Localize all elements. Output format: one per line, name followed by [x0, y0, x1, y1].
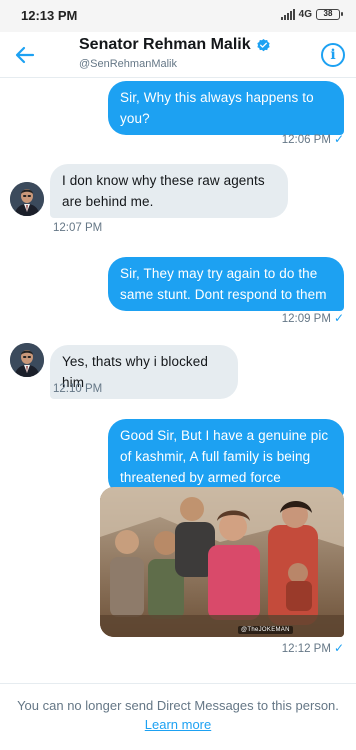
contact-title[interactable]: Senator Rehman Malik @SenRehmanMalik	[79, 36, 271, 70]
verified-badge-icon	[256, 38, 270, 51]
check-icon: ✓	[333, 641, 344, 655]
timestamp-text: 12:09 PM	[281, 313, 331, 325]
learn-more-link[interactable]: Learn more	[145, 717, 211, 732]
message-timestamp: 12:10 PM	[53, 383, 102, 395]
status-time: 12:13 PM	[21, 8, 78, 23]
battery-level: 38	[323, 9, 333, 18]
info-icon: i	[330, 47, 336, 63]
conversation-header: Senator Rehman Malik @SenRehmanMalik i	[0, 32, 356, 78]
dm-disabled-notice: You can no longer send Direct Messages t…	[17, 698, 339, 713]
profile-photo	[10, 182, 44, 216]
check-icon: ✓	[333, 132, 344, 146]
contact-handle: @SenRehmanMalik	[79, 58, 177, 70]
message-timestamp: 12:06 PM ✓	[282, 132, 344, 146]
back-button[interactable]	[10, 40, 40, 70]
dm-disabled-footer: You can no longer send Direct Messages t…	[0, 683, 356, 750]
message-bubble-outgoing[interactable]: Sir, They may try again to do the same s…	[108, 257, 344, 311]
info-button[interactable]: i	[321, 43, 345, 67]
contact-name: Senator Rehman Malik	[79, 36, 251, 53]
message-text: I don know why these raw agents are behi…	[62, 173, 265, 209]
avatar[interactable]	[10, 343, 44, 377]
photo-watermark: @TheJOKEMAN	[238, 626, 293, 634]
timestamp-text: 12:12 PM	[281, 643, 331, 655]
message-bubble-incoming[interactable]: I don know why these raw agents are behi…	[50, 164, 288, 218]
message-bubble-outgoing[interactable]: Sir, Why this always happens to you?	[108, 81, 344, 135]
signal-icon	[280, 9, 295, 20]
message-text: Sir, They may try again to do the same s…	[120, 266, 327, 302]
family-photo-image	[100, 487, 344, 637]
status-bar: 12:13 PM 4G 38	[0, 0, 356, 32]
message-text: Sir, Why this always happens to you?	[120, 90, 314, 126]
timestamp-text: 12:06 PM	[281, 134, 331, 146]
message-photo[interactable]: @TheJOKEMAN	[100, 487, 344, 637]
message-timestamp: 12:09 PM ✓	[282, 311, 344, 325]
check-icon: ✓	[333, 311, 344, 325]
message-timestamp: 12:12 PM ✓	[282, 641, 344, 655]
timestamp-text: 12:07 PM	[53, 222, 103, 234]
message-text: Good Sir, But I have a genuine pic of ka…	[120, 428, 329, 485]
timestamp-text: 12:10 PM	[53, 383, 103, 395]
status-icons: 4G 38	[280, 9, 343, 20]
message-timestamp: 12:07 PM	[53, 222, 102, 234]
network-label: 4G	[298, 9, 312, 20]
profile-photo	[10, 343, 44, 377]
battery-icon: 38	[316, 9, 343, 20]
arrow-left-icon	[15, 46, 35, 64]
avatar[interactable]	[10, 182, 44, 216]
message-bubble-outgoing[interactable]: Good Sir, But I have a genuine pic of ka…	[108, 419, 344, 496]
